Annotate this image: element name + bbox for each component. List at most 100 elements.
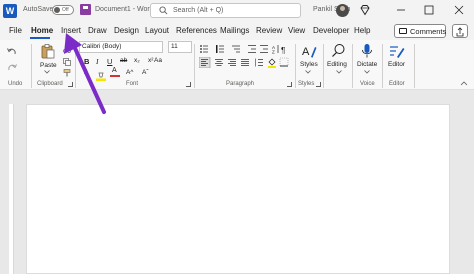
font-size-select[interactable]: 11 xyxy=(168,41,192,53)
underline-button[interactable]: U xyxy=(107,57,112,66)
collapse-ribbon-icon[interactable] xyxy=(460,80,468,86)
title-bar: W AutoSave Off Document1 - Word Search (… xyxy=(0,0,474,22)
chevron-down-icon[interactable] xyxy=(305,70,311,74)
chevron-down-icon[interactable] xyxy=(364,70,370,74)
divider xyxy=(295,44,296,88)
search-icon xyxy=(159,6,168,15)
tab-references[interactable]: References xyxy=(176,26,217,35)
tab-draw[interactable]: Draw xyxy=(88,26,107,35)
share-button[interactable] xyxy=(452,24,468,38)
alignment-buttons[interactable] xyxy=(199,57,289,68)
tab-developer[interactable]: Developer xyxy=(313,26,349,35)
microphone-icon[interactable] xyxy=(361,43,373,59)
tab-review[interactable]: Review xyxy=(256,26,282,35)
undo-icon[interactable] xyxy=(6,46,18,58)
comment-icon xyxy=(399,28,407,34)
styles-icon[interactable]: A xyxy=(301,43,317,59)
svg-text:A: A xyxy=(302,46,310,58)
paste-icon[interactable] xyxy=(40,43,56,59)
clipboard-group-label: Clipboard xyxy=(37,81,63,87)
text-effects-button[interactable]: A xyxy=(84,69,89,76)
document-title: Document1 - Word xyxy=(95,6,154,13)
clipboard-launcher-icon[interactable] xyxy=(68,82,73,87)
multilevel-list-icon xyxy=(232,45,240,53)
font-name-select[interactable]: Calibri (Body) xyxy=(79,41,163,53)
divider xyxy=(31,44,32,88)
chevron-down-icon[interactable] xyxy=(336,70,342,74)
document-page[interactable] xyxy=(26,104,450,274)
bold-button[interactable]: B xyxy=(84,57,89,66)
share-icon xyxy=(456,27,464,37)
highlighter-icon xyxy=(96,72,106,81)
tab-design[interactable]: Design xyxy=(114,26,139,35)
styles-launcher-icon[interactable] xyxy=(316,82,321,87)
shading-icon xyxy=(268,58,276,68)
list-buttons[interactable]: A Z ¶ xyxy=(199,44,289,54)
align-center-icon xyxy=(215,59,223,66)
voice-group-label: Voice xyxy=(360,81,375,87)
chevron-down-icon[interactable] xyxy=(44,70,50,74)
horizontal-ruler xyxy=(26,93,450,99)
tab-home[interactable]: Home xyxy=(31,26,53,35)
toggle-knob xyxy=(54,7,60,13)
editor-group-label: Editor xyxy=(389,81,405,87)
change-case-button[interactable]: Aa xyxy=(154,57,162,64)
styles-label[interactable]: Styles xyxy=(300,61,318,68)
editor-icon[interactable] xyxy=(389,43,405,59)
editing-label[interactable]: Editing xyxy=(327,61,347,68)
tab-insert[interactable]: Insert xyxy=(61,26,81,35)
show-marks-icon: ¶ xyxy=(281,46,285,54)
restore-icon[interactable] xyxy=(420,2,438,18)
tab-layout[interactable]: Layout xyxy=(145,26,169,35)
diamond-icon[interactable] xyxy=(359,4,371,16)
line-spacing-icon xyxy=(255,58,263,67)
decrease-indent-icon xyxy=(248,45,256,53)
active-tab-indicator xyxy=(30,37,50,39)
font-color-letter: A xyxy=(112,67,117,74)
search-placeholder: Search (Alt + Q) xyxy=(173,7,224,14)
divider xyxy=(75,44,76,88)
cut-icon[interactable] xyxy=(63,45,71,53)
font-launcher-icon[interactable] xyxy=(186,82,191,87)
bullets-icon xyxy=(200,45,208,53)
paste-label: Paste xyxy=(40,62,57,69)
increase-indent-icon xyxy=(260,45,268,53)
format-painter-icon[interactable] xyxy=(63,69,71,77)
copy-icon[interactable] xyxy=(63,58,71,66)
superscript-button[interactable]: x² xyxy=(148,57,153,64)
font-color-button[interactable]: A xyxy=(110,67,120,77)
italic-button[interactable]: I xyxy=(96,57,99,66)
close-icon[interactable] xyxy=(450,2,468,18)
comments-button[interactable]: Comments xyxy=(394,24,446,38)
save-icon[interactable] xyxy=(80,4,91,15)
dictate-label[interactable]: Dictate xyxy=(357,61,377,68)
subscript-button[interactable]: x₂ xyxy=(134,57,140,64)
styles-group-label: Styles xyxy=(298,81,315,87)
paragraph-launcher-icon[interactable] xyxy=(287,82,292,87)
tab-file[interactable]: File xyxy=(9,26,22,35)
tab-mailings[interactable]: Mailings xyxy=(220,26,249,35)
minimize-icon[interactable] xyxy=(392,2,410,18)
sort-icon: A Z xyxy=(272,45,279,55)
divider xyxy=(382,44,383,88)
highlight-color-button[interactable] xyxy=(96,68,106,81)
editor-label[interactable]: Editor xyxy=(388,61,405,68)
tab-help[interactable]: Help xyxy=(354,26,370,35)
autosave-state: Off xyxy=(62,7,69,13)
svg-text:Z: Z xyxy=(272,50,275,55)
justify-icon xyxy=(241,59,249,66)
strikethrough-button[interactable]: ab xyxy=(120,57,127,64)
comments-label: Comments xyxy=(410,27,447,36)
grow-font-button[interactable]: A^ xyxy=(126,69,133,76)
autosave-toggle[interactable]: Off xyxy=(52,5,74,15)
divider xyxy=(323,44,324,88)
editing-search-icon[interactable] xyxy=(331,43,346,58)
undo-group-label: Undo xyxy=(8,81,23,87)
search-box[interactable]: Search (Alt + Q) xyxy=(150,3,301,18)
tab-view[interactable]: View xyxy=(288,26,305,35)
divider xyxy=(194,44,195,88)
redo-icon[interactable] xyxy=(6,62,18,74)
shrink-font-button[interactable]: Aˇ xyxy=(142,69,149,76)
avatar[interactable] xyxy=(336,4,349,17)
borders-icon xyxy=(279,57,289,67)
